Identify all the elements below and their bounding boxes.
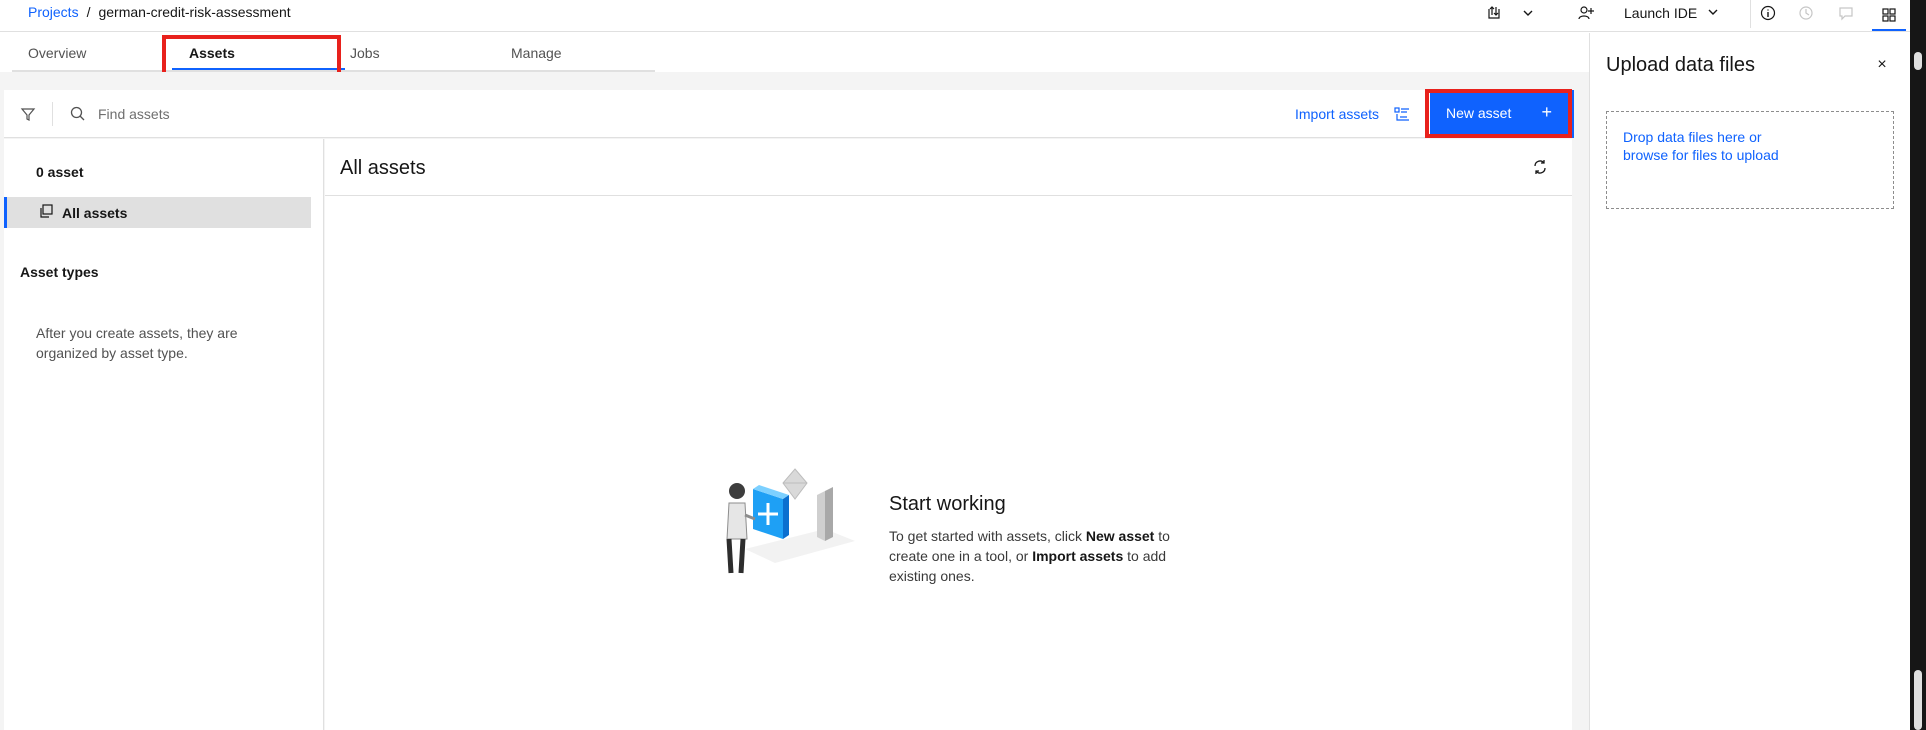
apps-icon — [1882, 7, 1896, 22]
chevron-down-icon[interactable] — [1518, 4, 1538, 22]
tab-jobs[interactable]: Jobs — [350, 44, 380, 62]
breadcrumb: Projects / german-credit-risk-assessment — [28, 4, 291, 20]
panel-title: Upload data files — [1606, 54, 1755, 76]
dropzone-line-1: Drop data files here or — [1623, 129, 1762, 145]
close-icon[interactable]: × — [1870, 53, 1894, 77]
empty-state-new-asset-term: New asset — [1085, 528, 1155, 544]
copy-icon — [38, 203, 54, 219]
search-input[interactable] — [98, 98, 698, 130]
add-collaborator-icon[interactable] — [1576, 4, 1596, 22]
scrollbar-thumb[interactable] — [1914, 52, 1922, 70]
page-title: All assets — [340, 157, 426, 179]
empty-state-illustration — [715, 459, 855, 599]
upload-download-icon[interactable] — [1484, 4, 1504, 22]
chevron-down-icon — [1707, 4, 1719, 22]
empty-state-title: Start working — [889, 493, 1006, 515]
data-panel-toggle[interactable] — [1872, 0, 1906, 31]
comments-icon[interactable] — [1836, 4, 1856, 22]
dropzone-text[interactable]: Drop data files here or browse for files… — [1623, 128, 1823, 164]
tab-manage[interactable]: Manage — [511, 44, 562, 62]
history-icon[interactable] — [1796, 4, 1816, 22]
refresh-icon[interactable] — [1530, 157, 1550, 177]
main-header: All assets — [325, 139, 1572, 196]
asset-types-empty-text: After you create assets, they are organi… — [36, 325, 238, 361]
assets-main-panel: All assets Start working To get started … — [325, 139, 1572, 730]
empty-state-text: To get started with assets, click — [889, 528, 1086, 544]
breadcrumb-current-project: german-credit-risk-assessment — [98, 4, 291, 20]
breadcrumb-separator: / — [86, 4, 91, 20]
launch-ide-menu[interactable]: Launch IDE — [1624, 4, 1719, 22]
sidebar-item-label: All assets — [62, 205, 128, 221]
divider — [1750, 0, 1751, 28]
breadcrumb-projects-link[interactable]: Projects — [28, 4, 79, 20]
asset-types-heading: Asset types — [20, 264, 99, 280]
asset-count: 0 asset — [36, 164, 84, 180]
sidebar-item-all-assets[interactable]: All assets — [4, 197, 311, 228]
assets-toolbar: Import assets New asset + — [4, 90, 1574, 138]
asset-type-sidebar: 0 asset All assets Asset types After you… — [4, 139, 324, 730]
empty-state-description: To get started with assets, click New as… — [889, 526, 1189, 586]
filter-icon[interactable] — [18, 104, 38, 124]
top-bar: Projects / german-credit-risk-assessment L… — [0, 0, 1926, 32]
scrollbar-thumb[interactable] — [1914, 670, 1922, 730]
launch-ide-label: Launch IDE — [1624, 5, 1698, 21]
window-edge — [1910, 0, 1926, 730]
divider — [52, 102, 53, 126]
info-icon[interactable] — [1758, 4, 1778, 22]
import-icon[interactable] — [1392, 104, 1412, 124]
file-dropzone[interactable]: Drop data files here or browse for files… — [1606, 111, 1894, 209]
import-assets-link[interactable]: Import assets — [1295, 104, 1379, 124]
search-icon — [68, 104, 88, 124]
empty-state-import-term: Import assets — [1032, 548, 1124, 564]
tab-overview[interactable]: Overview — [28, 44, 86, 62]
highlight-box-new-asset — [1425, 89, 1572, 138]
dropzone-line-2: browse for files to upload — [1623, 147, 1779, 163]
upload-data-files-panel: Upload data files × Drop data files here… — [1589, 33, 1910, 730]
